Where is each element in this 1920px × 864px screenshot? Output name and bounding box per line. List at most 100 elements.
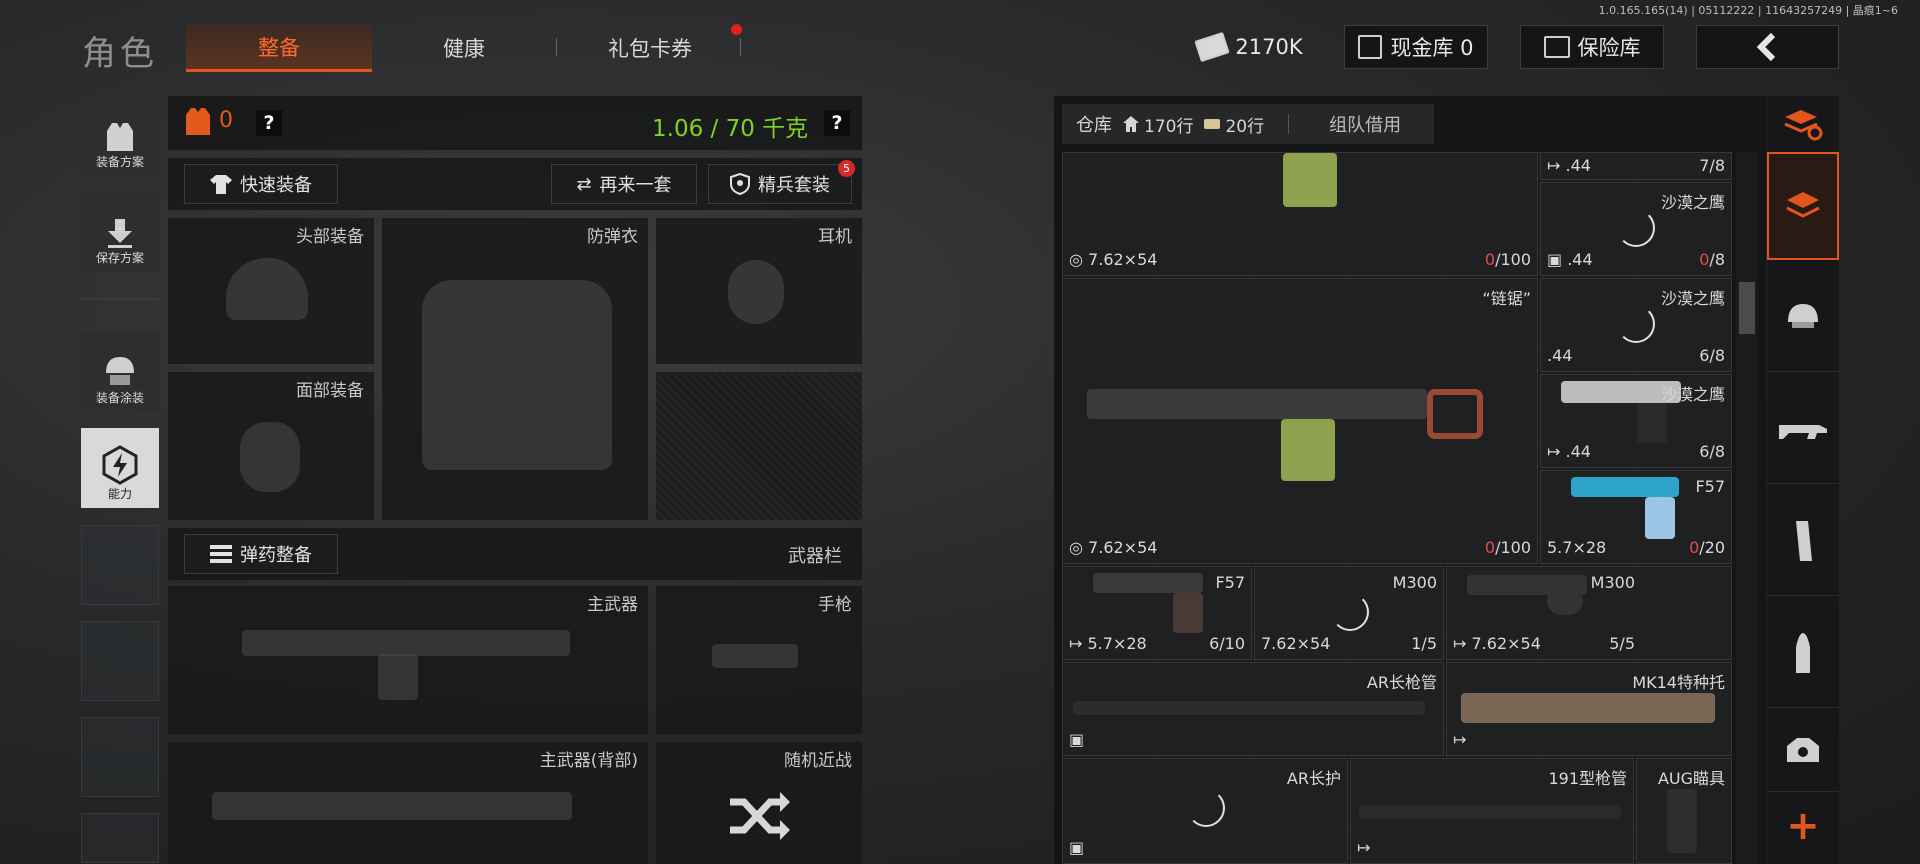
- sidebar-item-ability[interactable]: 能力: [81, 428, 159, 508]
- item-tile-chainsaw[interactable]: “链锯” ◎ 7.62×54 0/100: [1062, 278, 1538, 564]
- sidebar-item-loadout-plan[interactable]: 装备方案: [81, 96, 159, 176]
- sort-button[interactable]: [1767, 100, 1839, 148]
- loading-icon: [1617, 305, 1655, 343]
- category-all[interactable]: [1767, 152, 1839, 260]
- category-ammo[interactable]: [1767, 598, 1839, 708]
- sidebar-item-label: 保存方案: [95, 251, 144, 265]
- helmet-icon: [1788, 303, 1818, 328]
- pistol-slot[interactable]: 手枪: [656, 586, 862, 734]
- sidebar-empty-slot: [81, 813, 159, 863]
- back-button[interactable]: [1696, 25, 1839, 69]
- tab-separator: [740, 38, 741, 56]
- again-button[interactable]: ⇄ 再来一套: [551, 164, 697, 204]
- warehouse-tab[interactable]: 仓库: [1076, 111, 1112, 137]
- sidebar-item-label: 装备涂装: [95, 391, 144, 405]
- loading-icon: [1187, 789, 1225, 827]
- category-attachment[interactable]: [1767, 710, 1839, 792]
- category-magazine[interactable]: [1767, 486, 1839, 596]
- tab-divider: [1288, 114, 1290, 134]
- tab-separator: [556, 38, 557, 56]
- quick-equip-button[interactable]: 快速装备: [184, 164, 338, 204]
- slot-label: 头部装备: [296, 227, 364, 247]
- item-count: 6/8: [1699, 346, 1725, 365]
- quick-equip-label: 快速装备: [240, 175, 312, 196]
- item-caliber: ↦ 5.7×28: [1069, 634, 1147, 653]
- ability-icon: [102, 445, 138, 485]
- sidebar-item-skin[interactable]: 装备涂装: [81, 332, 159, 412]
- item-tile[interactable]: 沙漠之鹰 .44 6/8: [1540, 278, 1732, 372]
- armor-count: 0: [219, 108, 233, 133]
- item-tile[interactable]: M300 ↦ 7.62×54 5/5: [1446, 566, 1732, 660]
- exit-icon: ↦: [1453, 730, 1467, 749]
- head-slot[interactable]: 头部装备: [168, 218, 374, 364]
- item-count: 1/5: [1411, 634, 1437, 653]
- item-name: AR长护: [1286, 769, 1341, 788]
- warehouse-tab-bar[interactable]: 仓库 170行 20行 组队借用: [1062, 104, 1434, 144]
- barrel-icon: [1359, 805, 1621, 819]
- elite-badge: 5: [838, 160, 855, 177]
- cash-icon: [1194, 31, 1231, 63]
- item-tile[interactable]: AR长护 ▣: [1062, 758, 1348, 864]
- weight-help-icon[interactable]: ?: [824, 110, 850, 136]
- elite-kit-button[interactable]: 精兵套装: [708, 164, 852, 204]
- tab-equip[interactable]: 整备: [186, 24, 372, 72]
- revolver-cylinder-icon: [1547, 587, 1583, 615]
- item-tile[interactable]: MK14特种托 ↦: [1446, 662, 1732, 756]
- item-count: 0/8: [1699, 250, 1725, 269]
- item-tile[interactable]: ◎ 7.62×54 0/100: [1062, 152, 1538, 276]
- item-count: 0/20: [1689, 538, 1725, 557]
- currency-value: 2170K: [1235, 35, 1303, 59]
- item-tile[interactable]: 沙漠之鹰 ↦ .44 6/8: [1540, 374, 1732, 468]
- category-rifle[interactable]: [1767, 374, 1839, 484]
- item-count: 0/100: [1484, 538, 1531, 557]
- category-helmet[interactable]: [1767, 262, 1839, 372]
- help-icon[interactable]: ?: [256, 110, 282, 136]
- ammo-icon: [210, 545, 232, 563]
- scrollbar-thumb[interactable]: [1739, 282, 1755, 334]
- item-caliber: .44: [1547, 346, 1573, 365]
- vault-icon: [1358, 35, 1383, 59]
- box-icon: ▣: [1069, 838, 1085, 857]
- item-tile[interactable]: AUG瞄具: [1636, 758, 1732, 864]
- ammo-prep-button[interactable]: 弹药整备: [184, 534, 338, 574]
- elite-kit-label: 精兵套装: [758, 175, 830, 196]
- ammo-prep-label: 弹药整备: [240, 545, 312, 566]
- sidebar-item-save-plan[interactable]: 保存方案: [81, 192, 159, 272]
- helmet-icon: [226, 258, 308, 320]
- headset-slot[interactable]: 耳机: [656, 218, 862, 364]
- item-name: 沙漠之鹰: [1660, 193, 1725, 212]
- vest-icon: [107, 123, 133, 151]
- item-count: 6/8: [1699, 442, 1725, 461]
- primary-back-slot[interactable]: 主武器(背部): [168, 742, 648, 864]
- extra-slot[interactable]: [656, 372, 862, 520]
- tab-health[interactable]: 健康: [374, 24, 554, 72]
- item-caliber: 7.62×54: [1261, 634, 1331, 653]
- cash-vault-button[interactable]: 现金库 0: [1344, 25, 1488, 69]
- item-tile[interactable]: AR长枪管 ▣: [1062, 662, 1444, 756]
- team-borrow-tab[interactable]: 组队借用: [1329, 111, 1401, 137]
- warehouse-scrollbar[interactable]: [1736, 152, 1758, 864]
- slot-label: 手枪: [818, 595, 852, 615]
- primary-weapon-slot[interactable]: 主武器: [168, 586, 648, 734]
- item-name: M300: [1392, 573, 1437, 592]
- exit-icon: ↦: [1357, 838, 1371, 857]
- item-tile[interactable]: M300 7.62×54 1/5: [1254, 566, 1444, 660]
- face-slot[interactable]: 面部装备: [168, 372, 374, 520]
- notification-dot: [731, 24, 742, 35]
- add-category-button[interactable]: +: [1767, 796, 1839, 856]
- safe-icon: [1543, 36, 1570, 58]
- melee-slot[interactable]: 随机近战: [656, 742, 862, 864]
- vest-slot[interactable]: 防弹衣: [382, 218, 648, 520]
- item-tile[interactable]: 沙漠之鹰 ▣ .44 0/8: [1540, 182, 1732, 276]
- mg-magazine-icon: [1283, 153, 1337, 207]
- sidebar-empty-slot: [81, 621, 159, 701]
- weapon-bar-label: 武器栏: [788, 546, 842, 567]
- item-tile[interactable]: ↦ .44 7/8: [1540, 152, 1732, 180]
- item-tile[interactable]: F57 ↦ 5.7×28 6/10: [1062, 566, 1252, 660]
- item-tile[interactable]: F57 5.7×28 0/20: [1540, 470, 1732, 564]
- item-tile[interactable]: 191型枪管 ↦: [1350, 758, 1634, 864]
- machine-gun-icon: [1087, 389, 1427, 419]
- tab-gifts[interactable]: 礼包卡券: [560, 24, 740, 72]
- weight-display: 1.06 / 70 千克: [652, 116, 809, 142]
- safe-button[interactable]: 保险库: [1520, 25, 1664, 69]
